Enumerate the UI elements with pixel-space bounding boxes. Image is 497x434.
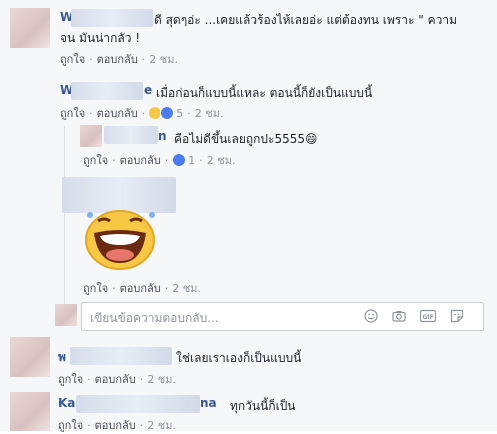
timestamp[interactable]: 2 ชม. [147,370,176,388]
sticker-icon[interactable] [450,309,464,323]
comment-text: ดี สุดๆอ่ะ ...เคยแล้วร้องไห้เลยอ่ะ แต่ต้… [154,13,457,27]
separator: · [87,372,91,386]
reactions-summary[interactable]: 5 [149,106,183,120]
reactions-summary[interactable]: 1 [172,153,195,167]
timestamp[interactable]: 2 ชม. [207,151,236,169]
commenter-name-suffix[interactable]: n [158,129,167,143]
comment-text: ทุกวันนี้ก็เป็น [230,399,296,413]
reply-link[interactable]: ตอบกลับ [95,416,136,434]
redacted-name [71,82,143,100]
reply-link[interactable]: ตอบกลับ [120,151,161,169]
reply-link[interactable]: ตอบกลับ [95,370,136,388]
commenter-name[interactable]: พ [58,348,66,367]
commenter-name[interactable]: Ka [58,396,75,410]
comments-panel: W ดี สุดๆอ่ะ ...เคยแล้วร้องไห้เลยอ่ะ แต่… [0,0,497,434]
comment-actions: ถูกใจ · ตอบกลับ · 1 · 2 ชม. [83,151,235,169]
name-text: Ka [58,396,76,410]
comment-text: คือไม่ดีขึ้นเลยถูกปะ5555😄 [174,132,318,146]
reply-thread-line [64,126,65,316]
reply-input[interactable]: เขียนข้อความตอบกลับ... GIF [81,302,484,331]
like-link[interactable]: ถูกใจ [58,416,83,434]
name-text: พ [58,350,66,364]
reaction-count: 5 [176,106,184,120]
svg-text:GIF: GIF [422,314,433,321]
comment-actions: ถูกใจ · ตอบกลับ · 2 ชม. [60,50,178,68]
avatar[interactable] [10,392,50,431]
timestamp[interactable]: 2 ชม. [149,50,178,68]
reply-placeholder: เขียนข้อความตอบกลับ... [90,311,219,325]
like-link[interactable]: ถูกใจ [60,50,85,68]
comment-text: เมื่อก่อนก็แบบนี้แหละ ตอนนี้ก็ยังเป็นแบบ… [156,86,373,100]
camera-icon[interactable] [392,309,406,323]
separator: · [89,106,93,120]
redacted-name [71,9,153,27]
separator: · [187,106,191,120]
separator: · [164,281,169,295]
avatar[interactable] [10,8,50,48]
avatar[interactable] [10,337,50,377]
commenter-name-suffix[interactable]: na [200,396,217,410]
commenter-name-suffix[interactable]: e [144,83,152,97]
separator: · [89,52,93,66]
separator: · [199,153,203,167]
emoji-icon[interactable] [364,309,378,323]
like-reaction-icon [172,153,187,167]
comment-actions: ถูกใจ · ตอบกลับ · 5 · 2 ชม. [60,104,223,122]
laughing-face-sticker[interactable] [80,205,160,273]
redacted-name [104,126,158,144]
timestamp[interactable]: 2 ชม. [147,416,176,434]
gif-icon[interactable]: GIF [420,309,436,323]
redacted-name [76,395,200,413]
like-link[interactable]: ถูกใจ [60,104,85,122]
comment-actions: ถูกใจ · ตอบกลับ · 2 ชม. [83,279,201,297]
separator: · [141,52,146,66]
like-link[interactable]: ถูกใจ [83,151,108,169]
timestamp[interactable]: 2 ชม. [195,104,224,122]
avatar[interactable] [80,125,102,147]
separator: · [139,418,144,432]
like-reaction-icon [160,106,175,120]
comment-text: ใช่เลยเราเองก็เป็นแบบนี้ [176,351,302,365]
redacted-name [70,347,172,365]
separator: · [139,372,144,386]
like-link[interactable]: ถูกใจ [83,279,108,297]
reply-link[interactable]: ตอบกลับ [120,279,161,297]
separator: · [112,153,116,167]
separator: · [141,106,146,120]
like-link[interactable]: ถูกใจ [58,370,83,388]
comment-actions: ถูกใจ · ตอบกลับ · 2 ชม. [58,370,176,388]
comment-text: จน มันน่ากลัว ! [60,31,141,45]
reaction-count: 1 [188,153,196,167]
current-user-avatar [55,304,77,326]
reply-link[interactable]: ตอบกลับ [97,50,138,68]
reply-link[interactable]: ตอบกลับ [97,104,138,122]
comment-actions: ถูกใจ · ตอบกลับ · 2 ชม. [58,416,176,434]
separator: · [112,281,116,295]
timestamp[interactable]: 2 ชม. [172,279,201,297]
separator: · [164,153,169,167]
separator: · [87,418,91,432]
